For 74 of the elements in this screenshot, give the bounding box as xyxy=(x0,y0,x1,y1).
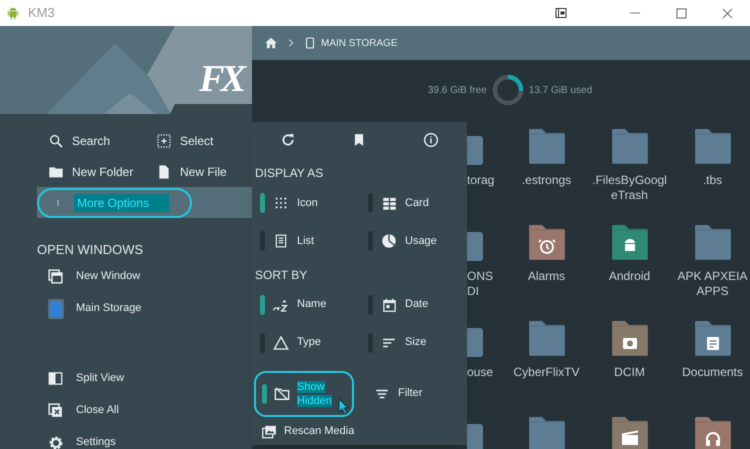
storage-icon xyxy=(48,298,64,318)
folder-label[interactable]: ONS DI xyxy=(467,269,505,299)
info-icon xyxy=(422,132,439,148)
used-space-label: 13.7 GiB used xyxy=(528,84,592,98)
menu-option[interactable]: Filter xyxy=(360,385,422,402)
sidebar-item[interactable]: Split View xyxy=(0,362,252,394)
close-windows-icon xyxy=(47,402,64,419)
triangle-icon xyxy=(272,334,290,351)
refresh-button[interactable] xyxy=(280,132,296,148)
sidebar-item[interactable]: Settings xyxy=(0,426,252,449)
grid-icon xyxy=(274,196,288,210)
list-icon xyxy=(274,233,288,250)
settings-icon xyxy=(48,434,64,449)
menu-item[interactable]: Select xyxy=(155,132,214,150)
menu-option[interactable]: Usage xyxy=(360,222,467,260)
chevron-icon xyxy=(286,37,296,49)
folder-label[interactable]: CyberFlixTV xyxy=(506,365,586,380)
cards-icon xyxy=(382,196,396,211)
folder-label[interactable]: Alarms xyxy=(506,269,586,284)
menu-option[interactable]: Date xyxy=(360,286,467,324)
phone-icon xyxy=(304,35,316,51)
folder-label[interactable]: ouse xyxy=(467,365,505,380)
menu-option[interactable]: Name xyxy=(252,286,360,324)
select-icon xyxy=(156,132,172,148)
folder-off-icon xyxy=(273,386,291,402)
info-button[interactable] xyxy=(422,132,439,148)
pie-chart-icon xyxy=(381,233,397,250)
folder-icon[interactable] xyxy=(526,224,566,261)
split-view-icon xyxy=(47,371,64,386)
refresh-icon xyxy=(280,132,296,148)
android-icon xyxy=(6,5,20,21)
menu-option[interactable]: List xyxy=(252,222,360,260)
folder-icon[interactable] xyxy=(692,416,732,449)
display-icon xyxy=(553,7,569,19)
folder-icon[interactable] xyxy=(610,224,650,261)
folder-label[interactable]: .tbs xyxy=(672,173,750,188)
menu-option[interactable]: Size xyxy=(360,324,467,362)
close-icon xyxy=(722,8,732,18)
selected-text: Show Hidden xyxy=(297,380,333,408)
images-icon xyxy=(261,424,277,439)
windows-icon xyxy=(47,268,64,285)
menu-option[interactable]: Type xyxy=(252,324,360,362)
folder-label[interactable]: Documents xyxy=(672,365,750,380)
mouse-cursor-icon xyxy=(338,398,350,415)
section-heading: DISPLAY AS xyxy=(254,165,324,182)
menu-item[interactable]: New File xyxy=(155,162,227,180)
maximize-icon xyxy=(676,8,686,18)
search-icon xyxy=(48,132,64,148)
folder-icon[interactable] xyxy=(610,416,650,449)
window-title: KM3 xyxy=(28,4,55,22)
sidebar-item[interactable]: New Window xyxy=(0,260,252,292)
folder-icon[interactable] xyxy=(610,320,650,357)
calendar-icon xyxy=(382,296,396,313)
folder-label[interactable]: Android xyxy=(590,269,670,284)
folder-icon[interactable] xyxy=(692,320,732,357)
folder-label[interactable]: APK APXEIA APPS xyxy=(672,269,750,299)
sidebar-item[interactable]: Main Storage xyxy=(0,292,252,324)
sidebar-item[interactable]: Close All xyxy=(0,394,252,426)
folder-label[interactable]: torag xyxy=(467,173,505,188)
folder-label[interactable]: DCIM xyxy=(590,365,670,380)
section-heading: OPEN WINDOWS xyxy=(36,241,144,259)
folder-label[interactable]: .FilesByGoogleTrash xyxy=(590,173,670,203)
logo: FX xyxy=(199,60,242,98)
folder-label[interactable]: .estrongs xyxy=(506,173,586,188)
menu-option[interactable]: Rescan Media xyxy=(252,418,467,445)
home-icon xyxy=(264,36,278,50)
menu-item[interactable]: Search xyxy=(47,132,110,150)
breadcrumb-item[interactable]: MAIN STORAGE xyxy=(321,36,398,50)
free-space-label: 39.6 GiB free xyxy=(428,84,487,98)
selected-text: More Options xyxy=(74,194,170,212)
section-heading: SORT BY xyxy=(254,266,308,284)
menu-option[interactable]: Icon xyxy=(252,184,360,222)
menu-option[interactable]: Card xyxy=(360,184,467,222)
menu-item[interactable]: New Folder xyxy=(47,162,134,180)
